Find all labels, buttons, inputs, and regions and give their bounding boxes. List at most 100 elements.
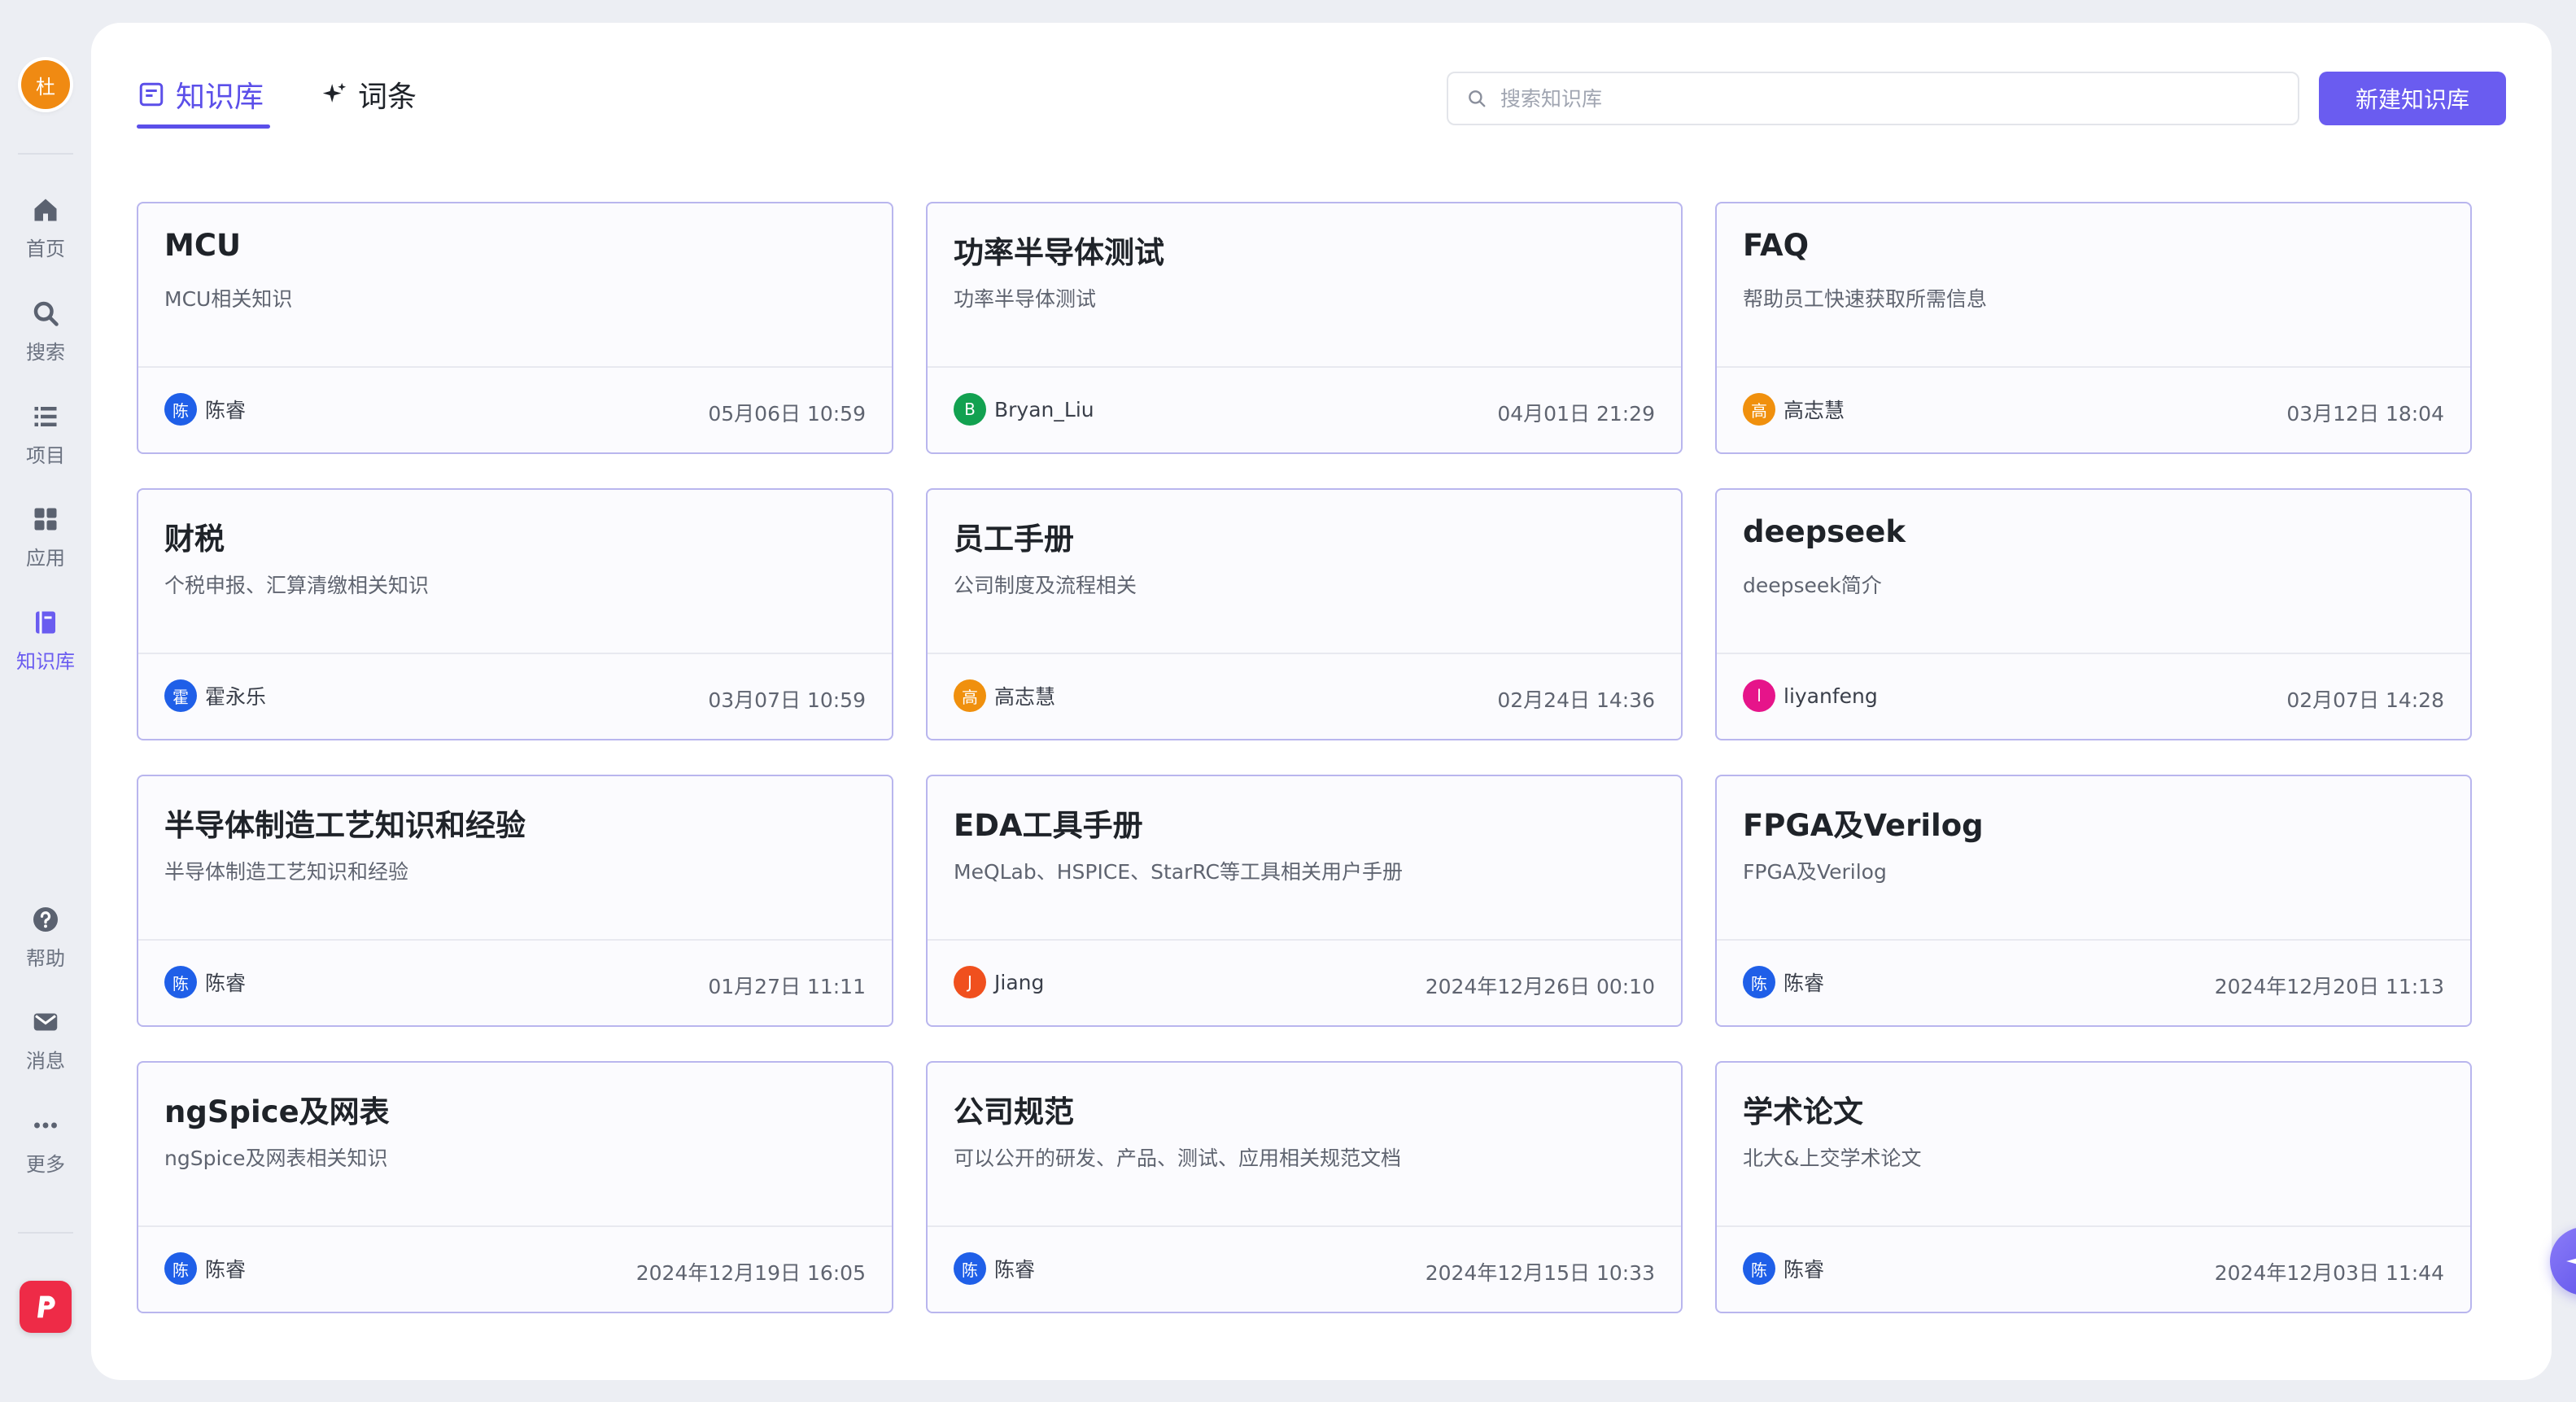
knowledge-base-card[interactable]: 半导体制造工艺知识和经验 半导体制造工艺知识和经验陈陈睿 01月27日 11:11: [137, 775, 893, 1027]
card-title: FAQ: [1743, 228, 1810, 263]
card-owner: 陈陈睿: [164, 393, 246, 426]
owner-name: 陈睿: [994, 1258, 1036, 1282]
knowledge-base-card[interactable]: deepseek deepseek简介 l liyanfeng 02月07日 14:28: [1715, 488, 2472, 740]
owner-name: 陈睿: [205, 1258, 247, 1282]
card-divider: [928, 1225, 1681, 1227]
avatar: 陈: [164, 393, 197, 426]
card-title: MCU: [164, 228, 242, 263]
avatar: 高: [954, 679, 986, 712]
card-title: 财税: [164, 522, 225, 557]
tab-label: 知识库: [176, 81, 264, 114]
knowledge-base-grid: MCU MCU相关知识陈陈睿 05月06日 10:59 功率半导体测试 功率半导体测试 B…: [137, 202, 2480, 1325]
list-icon: [34, 407, 57, 426]
tab-knowledge-base[interactable]: 知识库: [137, 68, 270, 129]
sidebar-item-apps[interactable]: 应用: [0, 504, 91, 594]
tab-terms[interactable]: 词条: [321, 68, 417, 120]
updated-time: 01月27日 11:11: [708, 975, 866, 998]
card-description: 北大&上交学术论文: [1743, 1146, 1922, 1170]
sparkle-icon: [322, 82, 347, 103]
sidebar-item-search[interactable]: 搜索: [0, 299, 91, 388]
updated-time: 02月24日 14:36: [1497, 688, 1655, 712]
card-divider: [138, 653, 892, 654]
knowledge-base-card[interactable]: FPGA及Verilog FPGA及Verilog 陈陈睿 2024年12月20日 1…: [1715, 775, 2472, 1027]
avatar: 陈: [954, 1252, 986, 1285]
card-owner: 陈陈睿: [1743, 966, 1824, 998]
owner-name: 陈睿: [205, 972, 247, 995]
help-icon: [33, 907, 58, 932]
card-title: EDA工具手册: [954, 808, 1143, 843]
search-input[interactable]: [1499, 85, 2231, 111]
card-owner: J Jiang: [954, 966, 1044, 998]
knowledge-base-card[interactable]: MCU MCU相关知识陈陈睿 05月06日 10:59: [137, 202, 893, 454]
card-title: 公司规范: [954, 1094, 1074, 1129]
ai-assistant-button[interactable]: [2550, 1227, 2576, 1295]
main-panel: 知识库 词条 新建知识库 MCUMCU相关知识陈陈睿05月06日 10:59功率…: [91, 23, 2576, 1380]
avatar: 陈: [164, 966, 197, 998]
search-icon: [33, 301, 59, 326]
sidebar-item-label: 更多: [26, 1153, 65, 1176]
p-logo-icon[interactable]: [20, 1281, 72, 1333]
knowledge-base-card[interactable]: 学术论文北大&上交学术论文陈陈睿 2024年12月03日 11:44: [1715, 1061, 2472, 1313]
card-divider: [138, 1225, 892, 1227]
knowledge-base-card[interactable]: FAQ 帮助员工快速获取所需信息高高志慧 03月12日 18:04: [1715, 202, 2472, 454]
knowledge-base-card[interactable]: 公司规范 可以公开的研发、产品、测试、应用相关规范文档陈陈睿 2024年12月15日…: [926, 1061, 1683, 1313]
card-owner: l liyanfeng: [1743, 679, 1878, 712]
owner-name: liyanfeng: [1784, 684, 1878, 708]
card-description: 公司制度及流程相关: [954, 574, 1137, 597]
knowledge-base-card[interactable]: 员工手册公司制度及流程相关高高志慧 02月24日 14:36: [926, 488, 1683, 740]
knowledge-base-card[interactable]: 财税 个税申报、汇算清缴相关知识霍霍永乐 03月07日 10:59: [137, 488, 893, 740]
card-divider: [1717, 1225, 2470, 1227]
sidebar-item-home[interactable]: 首页: [0, 195, 91, 285]
sparkle-icon: [2566, 1258, 2576, 1264]
sidebar-item-label: 知识库: [16, 650, 75, 673]
new-knowledge-base-button[interactable]: 新建知识库: [2319, 72, 2506, 125]
owner-name: Jiang: [994, 970, 1045, 994]
knowledge-base-card[interactable]: 功率半导体测试 功率半导体测试 B Bryan_Liu 04月01日 21:29: [926, 202, 1683, 454]
sidebar-item-label: 应用: [26, 547, 65, 570]
card-divider: [138, 366, 892, 368]
search-box[interactable]: [1447, 72, 2299, 125]
updated-time: 2024年12月20日 11:13: [2214, 975, 2444, 998]
card-owner: 陈陈睿: [164, 966, 246, 998]
sidebar-item-help[interactable]: 帮助: [0, 905, 91, 994]
card-owner: 霍霍永乐: [164, 679, 266, 712]
card-description: 功率半导体测试: [954, 287, 1097, 311]
sidebar-item-label: 搜索: [26, 341, 65, 364]
card-owner: 高高志慧: [954, 679, 1055, 712]
avatar: 陈: [1743, 966, 1775, 998]
knowledge-base-card[interactable]: ngSpice及网表 ngSpice及网表相关知识陈陈睿 2024年12月19日 1…: [137, 1061, 893, 1313]
search-icon: [1469, 90, 1486, 107]
updated-time: 2024年12月03日 11:44: [2214, 1261, 2444, 1285]
card-divider: [1717, 366, 2470, 368]
owner-name: 霍永乐: [205, 685, 267, 709]
sidebar-item-label: 项目: [26, 444, 65, 467]
user-avatar[interactable]: 杜: [21, 60, 70, 109]
card-owner: 陈陈睿: [164, 1252, 246, 1285]
tab-label: 词条: [358, 81, 417, 114]
knowledge-base-card[interactable]: EDA工具手册 MeQLab、HSPICE、StarRC等工具相关用户手册 J Jia…: [926, 775, 1683, 1027]
sidebar-item-messages[interactable]: 消息: [0, 1007, 91, 1097]
avatar: J: [954, 966, 986, 998]
avatar: 陈: [164, 1252, 197, 1285]
card-divider: [138, 939, 892, 941]
card-owner: 高高志慧: [1743, 393, 1845, 426]
card-owner: 陈陈睿: [1743, 1252, 1824, 1285]
updated-time: 04月01日 21:29: [1497, 402, 1655, 426]
sidebar-divider: [18, 1232, 73, 1234]
owner-name: 陈睿: [1784, 1258, 1825, 1282]
card-divider: [928, 366, 1681, 368]
card-title: 员工手册: [954, 522, 1074, 557]
sidebar-item-label: 首页: [26, 238, 65, 260]
updated-time: 2024年12月19日 16:05: [635, 1261, 866, 1285]
card-title: 半导体制造工艺知识和经验: [164, 808, 526, 843]
card-title: ngSpice及网表: [164, 1094, 390, 1129]
card-title: 学术论文: [1743, 1094, 1863, 1129]
sidebar-item-knowledge-base[interactable]: 知识库: [0, 608, 91, 697]
sidebar-item-label: 消息: [26, 1050, 65, 1072]
card-description: 个税申报、汇算清缴相关知识: [164, 574, 430, 597]
avatar: 高: [1743, 393, 1775, 426]
sidebar-item-more[interactable]: 更多: [0, 1111, 91, 1200]
card-description: 半导体制造工艺知识和经验: [164, 860, 409, 884]
sidebar-item-projects[interactable]: 项目: [0, 402, 91, 491]
card-description: 帮助员工快速获取所需信息: [1743, 287, 1988, 311]
